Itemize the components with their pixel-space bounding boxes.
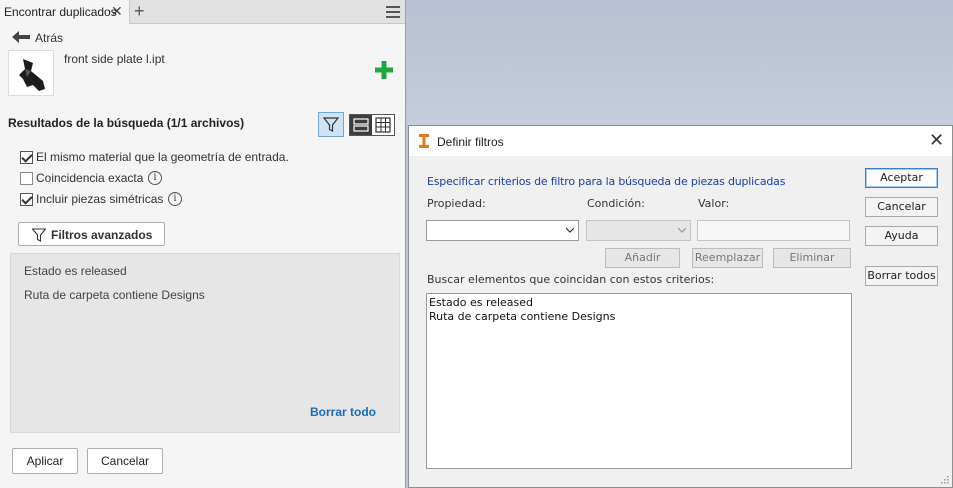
replace-button[interactable]: Reemplazar [692, 248, 763, 268]
filter-toggle-button[interactable] [318, 112, 344, 137]
symmetric-parts-checkbox[interactable] [20, 193, 33, 206]
hamburger-menu-icon[interactable] [386, 6, 400, 18]
close-icon[interactable]: ✕ [111, 3, 123, 20]
graphics-viewport[interactable] [407, 0, 953, 125]
criteria-item[interactable]: Ruta de carpeta contiene Designs [429, 310, 615, 323]
option-label: El mismo material que la geometría de en… [36, 150, 289, 164]
advanced-filters-label: Filtros avanzados [51, 228, 153, 242]
table-view-icon [375, 117, 391, 133]
table-view-button[interactable] [372, 115, 394, 135]
property-label: Propiedad: [427, 197, 486, 210]
dialog-titlebar[interactable]: Definir filtros ✕ [409, 126, 952, 156]
info-icon[interactable]: i [148, 171, 162, 185]
condition-label: Condición: [587, 197, 645, 210]
add-tab-icon[interactable]: + [134, 1, 145, 21]
close-icon[interactable]: ✕ [929, 131, 944, 149]
exact-match-checkbox[interactable] [20, 172, 33, 185]
card-view-button[interactable] [350, 115, 372, 135]
add-button[interactable]: Añadir [605, 248, 680, 268]
filter-item: Ruta de carpeta contiene Designs [24, 288, 205, 302]
criteria-item[interactable]: Estado es released [429, 296, 533, 309]
tab-bar: Encontrar duplicados ✕ + [0, 0, 405, 24]
delete-button[interactable]: Eliminar [773, 248, 851, 268]
tab-find-duplicates[interactable]: Encontrar duplicados ✕ [0, 0, 130, 24]
find-duplicates-panel: Encontrar duplicados ✕ + Atrás front sid… [0, 0, 406, 488]
condition-select[interactable] [586, 220, 691, 241]
criteria-list[interactable]: Estado es released Ruta de carpeta conti… [426, 293, 852, 469]
property-select[interactable] [426, 220, 579, 241]
chevron-down-icon [678, 227, 686, 233]
active-filters-list: Estado es released Ruta de carpeta conti… [10, 253, 400, 433]
resize-grip-icon[interactable] [939, 474, 949, 484]
part-thumbnail [8, 50, 54, 96]
accept-button[interactable]: Aceptar [865, 168, 938, 188]
cancel-button[interactable]: Cancelar [865, 197, 938, 217]
part-thumbnail-image [19, 59, 45, 91]
back-label: Atrás [35, 31, 64, 45]
clear-all-button[interactable]: Borrar todos [865, 266, 938, 286]
value-label: Valor: [698, 197, 730, 210]
option-label: Coincidencia exacta [36, 171, 144, 185]
chevron-down-icon [566, 227, 574, 233]
card-view-icon [353, 118, 369, 132]
cancel-button[interactable]: Cancelar [87, 448, 163, 474]
info-icon[interactable]: i [168, 192, 182, 206]
help-button[interactable]: Ayuda [865, 226, 938, 246]
apply-button[interactable]: Aplicar [12, 448, 78, 474]
same-material-checkbox[interactable] [20, 151, 33, 164]
funnel-icon [32, 228, 46, 242]
view-mode-toggle[interactable] [349, 114, 395, 136]
dialog-description: Especificar criterios de filtro para la … [427, 175, 786, 188]
value-input[interactable] [697, 220, 850, 241]
clear-all-link[interactable]: Borrar todo [310, 405, 376, 419]
add-plus-icon[interactable] [375, 61, 393, 79]
option-label: Incluir piezas simétricas [36, 192, 164, 206]
tab-title: Encontrar duplicados [4, 5, 117, 19]
results-title: Resultados de la búsqueda (1/1 archivos) [8, 116, 245, 130]
filter-item: Estado es released [24, 264, 127, 278]
inventor-app-icon [419, 134, 429, 148]
criteria-list-label: Buscar elementos que coincidan con estos… [427, 273, 715, 286]
arrow-left-icon [12, 31, 30, 43]
define-filters-dialog: Definir filtros ✕ Especificar criterios … [408, 125, 953, 488]
file-name: front side plate l.ipt [64, 52, 165, 66]
funnel-icon [322, 117, 340, 132]
dialog-title: Definir filtros [437, 135, 504, 149]
advanced-filters-button[interactable]: Filtros avanzados [18, 222, 165, 246]
